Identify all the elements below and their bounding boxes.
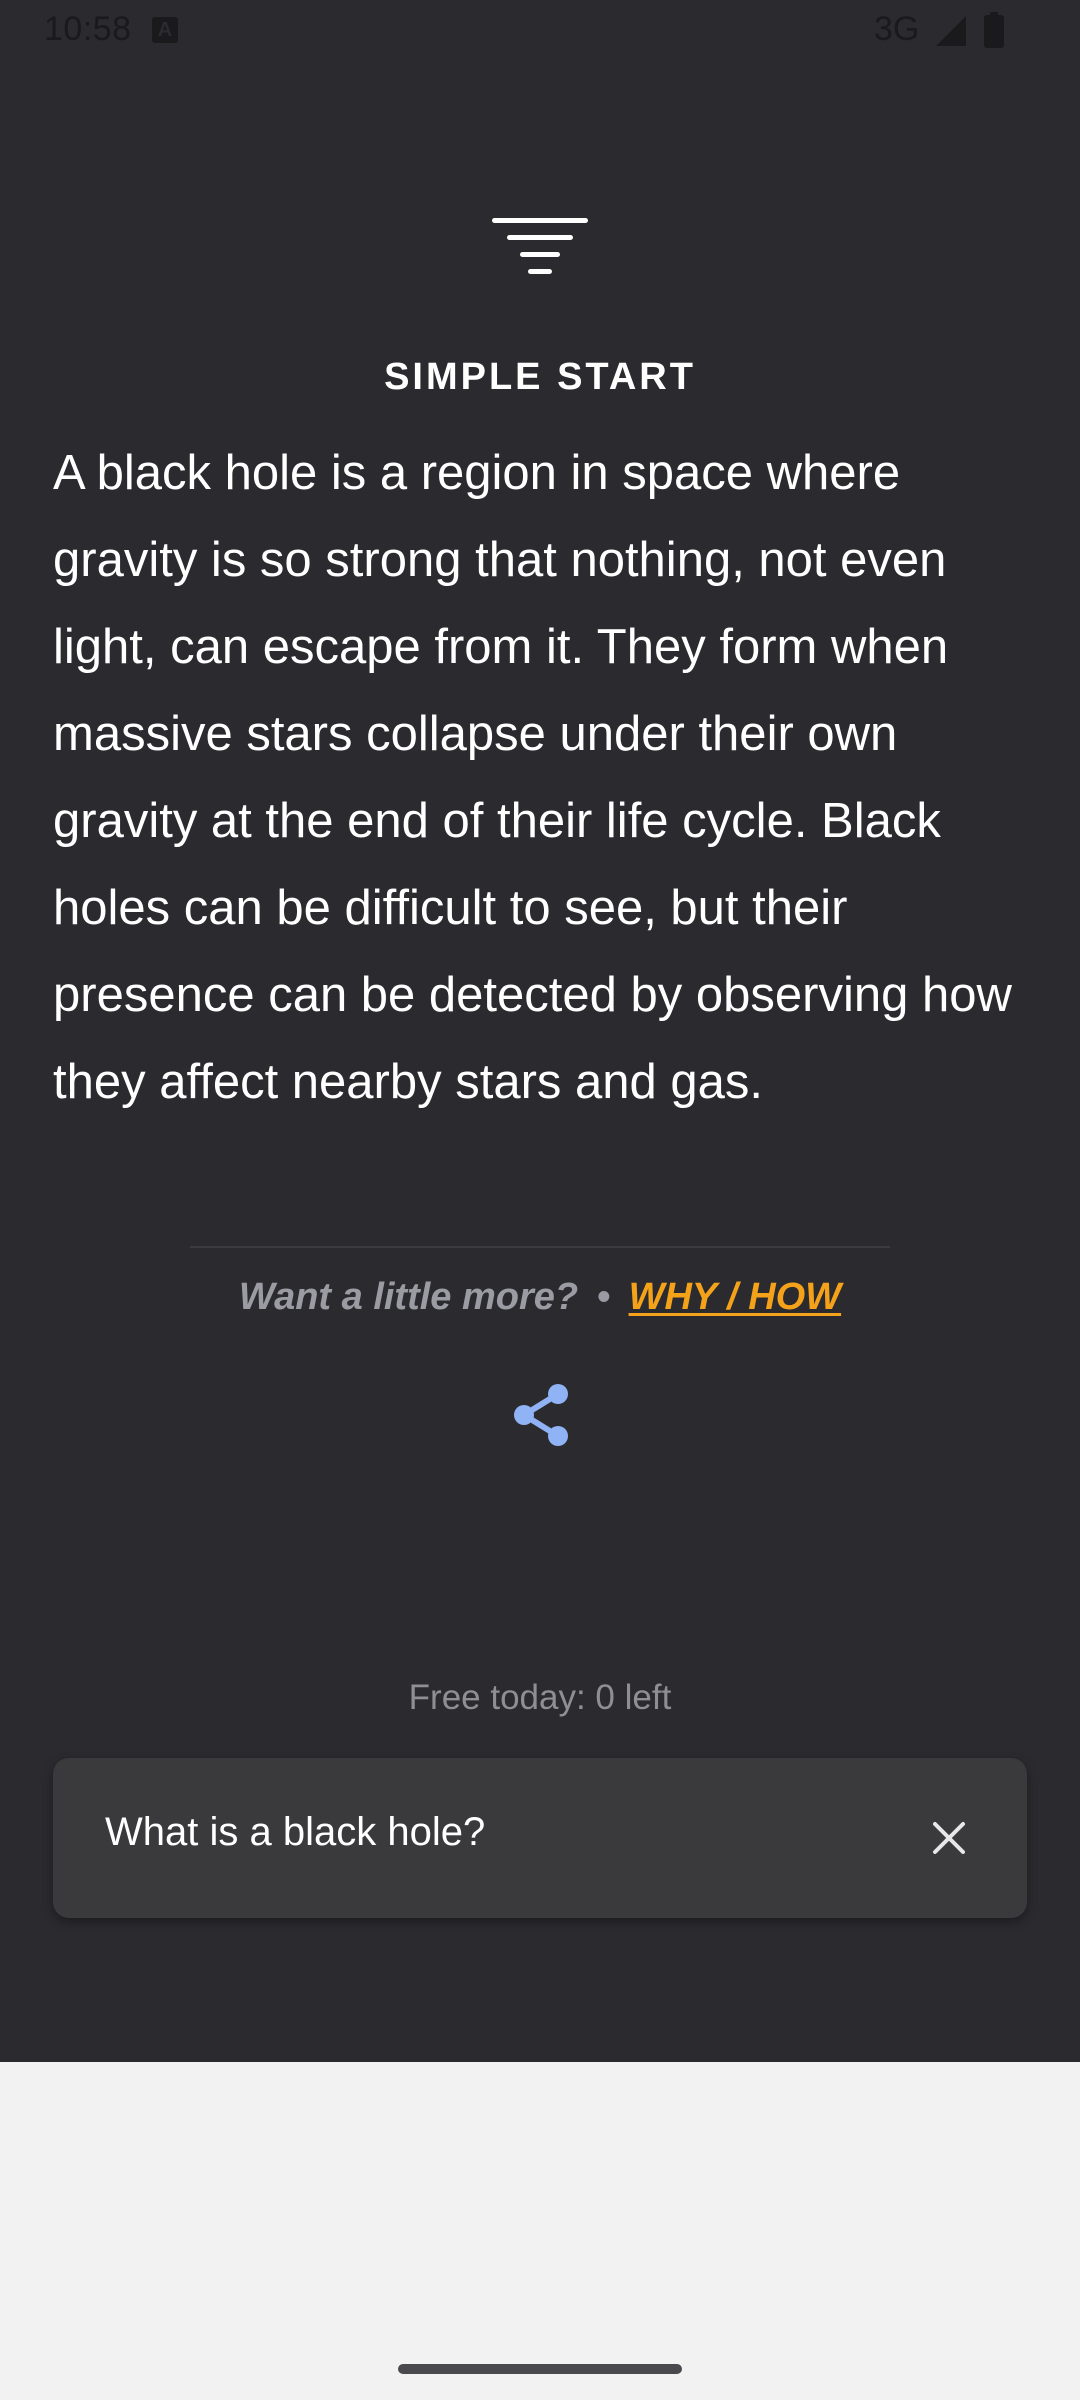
battery-icon bbox=[984, 12, 1004, 48]
home-indicator[interactable] bbox=[398, 2364, 682, 2374]
more-prompt: Want a little more? bbox=[238, 1276, 579, 1318]
query-text[interactable]: What is a black hole? bbox=[105, 1810, 485, 1855]
section-title: SIMPLE START bbox=[384, 356, 696, 398]
network-type: 3G bbox=[874, 10, 920, 48]
a-box-icon: A bbox=[152, 17, 178, 43]
why-how-link[interactable]: WHY / HOW bbox=[629, 1276, 842, 1318]
divider bbox=[190, 1246, 890, 1248]
close-icon[interactable] bbox=[919, 1808, 979, 1868]
free-today-counter: Free today: 0 left bbox=[408, 1678, 672, 1717]
query-input-box[interactable]: What is a black hole? bbox=[53, 1758, 1027, 1918]
answer-text: A black hole is a region in space where … bbox=[53, 446, 1012, 1109]
status-time: 10:58 bbox=[44, 10, 132, 48]
more-row: Want a little more? • WHY / HOW bbox=[0, 1276, 1080, 1319]
signal-icon bbox=[936, 16, 966, 46]
more-separator: • bbox=[596, 1276, 611, 1318]
funnel-lines-icon bbox=[492, 218, 588, 274]
app-screen: 10:58 A 3G SIMPLE START A black hole is … bbox=[0, 0, 1080, 2062]
share-icon[interactable] bbox=[506, 1380, 576, 1450]
status-bar: 10:58 A 3G bbox=[0, 0, 1080, 62]
